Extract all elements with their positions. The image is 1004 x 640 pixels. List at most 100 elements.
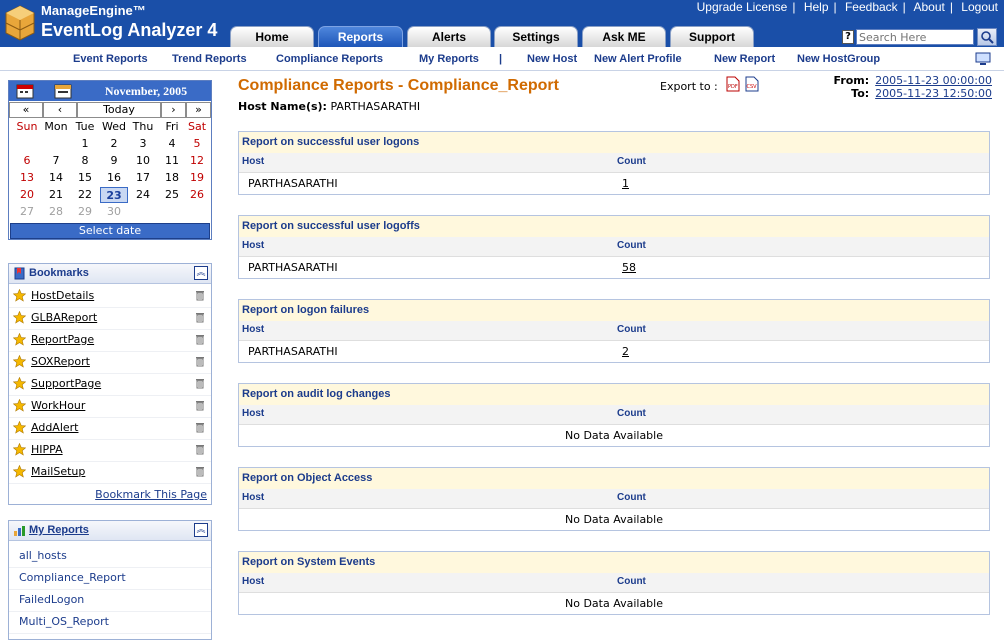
trash-icon[interactable]	[195, 400, 205, 411]
pdf-export-icon[interactable]: PDF	[726, 76, 740, 92]
upgrade-license-link[interactable]: Upgrade License	[697, 0, 788, 14]
subnav-compliance-reports[interactable]: Compliance Reports	[276, 53, 383, 65]
bookmark-link[interactable]: SOXReport	[31, 355, 90, 368]
calendar-day[interactable]: 11	[158, 153, 186, 169]
collapse-bookmarks-button[interactable]: ︽	[194, 266, 208, 280]
trash-icon[interactable]	[195, 466, 205, 477]
bookmark-this-page-link[interactable]: Bookmark This Page	[95, 488, 207, 501]
star-icon	[13, 311, 26, 324]
next-month-button[interactable]: ›	[161, 102, 186, 118]
calendar-day[interactable]: 5	[183, 136, 211, 152]
tab-home[interactable]: Home	[230, 26, 314, 47]
bookmark-link[interactable]: MailSetup	[31, 465, 85, 478]
calendar-day[interactable]: 24	[129, 187, 157, 203]
search-input[interactable]	[856, 29, 974, 45]
bookmark-link[interactable]: AddAlert	[31, 421, 78, 434]
logout-link[interactable]: Logout	[961, 0, 998, 14]
bookmark-link[interactable]: WorkHour	[31, 399, 85, 412]
report-data-row: No Data Available	[239, 425, 989, 446]
to-date-link[interactable]: 2005-11-23 12:50:00	[875, 87, 992, 100]
calendar-day[interactable]: 16	[100, 170, 128, 186]
trash-icon[interactable]	[195, 334, 205, 345]
calendar-day-selected[interactable]: 23	[100, 187, 128, 203]
calendar-day[interactable]: 18	[158, 170, 186, 186]
report-count-link[interactable]: 2	[622, 345, 629, 358]
tab-alerts[interactable]: Alerts	[407, 26, 491, 47]
calendar-day[interactable]: 14	[42, 170, 70, 186]
my-reports-title[interactable]: My Reports	[29, 524, 89, 536]
tab-support[interactable]: Support	[670, 26, 754, 47]
my-report-link[interactable]: all_hosts	[19, 549, 67, 562]
calendar-day[interactable]: 20	[13, 187, 41, 203]
trash-icon[interactable]	[195, 356, 205, 367]
prev-month-button[interactable]: ‹	[43, 102, 77, 118]
tab-settings[interactable]: Settings	[494, 26, 578, 47]
calendar-day[interactable]: 8	[71, 153, 99, 169]
calendar-day[interactable]: 3	[129, 136, 157, 152]
report-count-link[interactable]: 1	[622, 177, 629, 190]
trash-icon[interactable]	[195, 290, 205, 301]
trash-icon[interactable]	[195, 312, 205, 323]
subnav-event-reports[interactable]: Event Reports	[73, 53, 148, 65]
trash-icon[interactable]	[195, 378, 205, 389]
page-title: Compliance Reports - Compliance_Report	[238, 77, 559, 94]
calendar-day[interactable]: 22	[71, 187, 99, 203]
calendar-icon[interactable]	[15, 83, 35, 99]
help-link[interactable]: Help	[804, 0, 829, 14]
next-year-button[interactable]: »	[186, 102, 211, 118]
trash-icon[interactable]	[195, 444, 205, 455]
new-hostgroup-link[interactable]: New HostGroup	[797, 53, 880, 65]
my-report-link[interactable]: FailedLogon	[19, 593, 84, 606]
calendar-day[interactable]: 15	[71, 170, 99, 186]
tab-reports[interactable]: Reports	[318, 26, 403, 47]
calendar-day[interactable]: 10	[129, 153, 157, 169]
select-date-button[interactable]: Select date	[10, 223, 210, 239]
calendar-day[interactable]: 2	[100, 136, 128, 152]
prev-year-button[interactable]: «	[9, 102, 43, 118]
search-button[interactable]	[977, 28, 997, 46]
calendar-day[interactable]: 19	[183, 170, 211, 186]
bookmark-link[interactable]: GLBAReport	[31, 311, 97, 324]
help-icon[interactable]: ?	[842, 30, 854, 44]
new-host-link[interactable]: New Host	[527, 53, 577, 65]
trash-icon[interactable]	[195, 422, 205, 433]
calendar-day[interactable]: 1	[71, 136, 99, 152]
today-button[interactable]: Today	[77, 102, 161, 118]
csv-export-icon[interactable]: CSV	[745, 76, 759, 92]
subnav-trend-reports[interactable]: Trend Reports	[172, 53, 247, 65]
new-report-link[interactable]: New Report	[714, 53, 775, 65]
calendar-day[interactable]: 9	[100, 153, 128, 169]
calendar-day[interactable]: 13	[13, 170, 41, 186]
collapse-my-reports-button[interactable]: ︽	[194, 523, 208, 537]
manageengine-logo-icon	[5, 5, 35, 41]
weekday-header: Thu	[132, 120, 154, 133]
feedback-link[interactable]: Feedback	[845, 0, 898, 14]
calendar-range-icon[interactable]	[53, 83, 73, 99]
bookmark-link[interactable]: SupportPage	[31, 377, 101, 390]
calendar-day[interactable]: 21	[42, 187, 70, 203]
bookmark-link[interactable]: ReportPage	[31, 333, 94, 346]
calendar-day[interactable]: 4	[158, 136, 186, 152]
my-report-link[interactable]: Multi_OS_Report	[19, 615, 109, 628]
bookmark-link[interactable]: HIPPA	[31, 443, 63, 456]
calendar-day[interactable]: 7	[42, 153, 70, 169]
subnav-my-reports[interactable]: My Reports	[419, 53, 479, 65]
calendar-day[interactable]: 28	[42, 204, 70, 220]
report-count-link[interactable]: 58	[622, 261, 636, 274]
my-report-link[interactable]: Compliance_Report	[19, 571, 126, 584]
monitor-icon[interactable]	[975, 52, 991, 66]
new-alert-profile-link[interactable]: New Alert Profile	[594, 53, 682, 65]
calendar-day[interactable]: 27	[13, 204, 41, 220]
calendar-day[interactable]: 12	[183, 153, 211, 169]
tab-ask-me[interactable]: Ask ME	[582, 26, 666, 47]
calendar-day[interactable]: 30	[100, 204, 128, 220]
about-link[interactable]: About	[913, 0, 944, 14]
report-data-row: PARTHASARATHI 1	[239, 173, 989, 194]
from-date-link[interactable]: 2005-11-23 00:00:00	[875, 74, 992, 87]
calendar-day[interactable]: 25	[158, 187, 186, 203]
calendar-day[interactable]: 29	[71, 204, 99, 220]
bookmark-link[interactable]: HostDetails	[31, 289, 94, 302]
calendar-day[interactable]: 26	[183, 187, 211, 203]
calendar-day[interactable]: 6	[13, 153, 41, 169]
calendar-day[interactable]: 17	[129, 170, 157, 186]
